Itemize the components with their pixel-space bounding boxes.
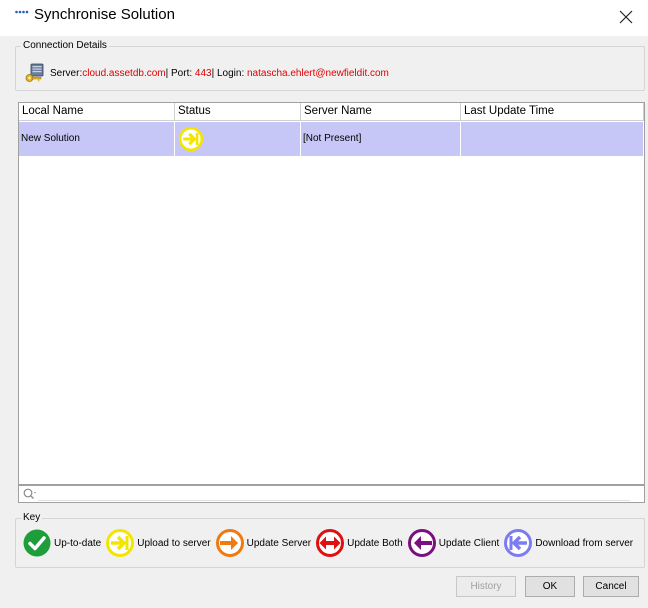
table-row[interactable]: New Solution [Not Present] xyxy=(19,122,644,156)
key-item-up-to-date: Up-to-date xyxy=(22,528,101,558)
key-item-update-server: Update Server xyxy=(215,528,311,558)
cell-status xyxy=(175,122,301,156)
search-icon[interactable] xyxy=(22,487,38,501)
cell-local-name: New Solution xyxy=(19,122,175,156)
download-from-server-icon xyxy=(504,529,533,557)
solution-table: Local Name Status Server Name Last Updat… xyxy=(18,102,645,485)
key-item-update-both: Update Both xyxy=(315,528,403,558)
update-client-icon xyxy=(407,529,436,557)
key-item-upload-to-server: Upload to server xyxy=(105,528,211,558)
upload-to-server-icon xyxy=(178,126,204,152)
key-label-up-to-date: Up-to-date xyxy=(54,537,102,549)
key-label-download-from-server: Download from server xyxy=(535,537,634,549)
search-bar xyxy=(18,485,645,503)
login-value: natascha.ehlert@newfieldit.com xyxy=(247,67,389,79)
checkmark-icon xyxy=(23,529,51,557)
ok-button[interactable]: OK xyxy=(525,576,575,597)
server-value: cloud.assetdb.com xyxy=(82,67,166,79)
column-header-server-name[interactable]: Server Name xyxy=(301,103,461,121)
cancel-button[interactable]: Cancel xyxy=(583,576,639,597)
connection-info: Server: cloud.assetdb.com | Port: 443 | … xyxy=(24,62,389,84)
key-label-upload-to-server: Upload to server xyxy=(137,537,211,549)
connection-details-group: Connection Details Server: cloud.assetdb… xyxy=(15,40,645,91)
port-value: 443 xyxy=(194,67,212,79)
dialog-body: Connection Details Server: cloud.assetdb… xyxy=(0,36,648,608)
close-button[interactable] xyxy=(614,6,638,28)
update-both-icon xyxy=(316,529,345,557)
key-label: Key xyxy=(21,512,43,523)
port-label: | Port: xyxy=(165,67,193,79)
key-label-update-server: Update Server xyxy=(246,537,312,549)
column-header-local-name[interactable]: Local Name xyxy=(19,103,175,121)
connection-details-label: Connection Details xyxy=(21,40,109,51)
login-label: | Login: xyxy=(211,67,245,79)
server-label: Server: xyxy=(50,67,83,79)
lock-key-icon xyxy=(25,63,44,82)
key-label-update-both: Update Both xyxy=(347,537,403,549)
column-header-last-update-time[interactable]: Last Update Time xyxy=(461,103,644,121)
update-server-icon xyxy=(215,529,244,557)
key-group: Key Up-to-date Upload to server Update S… xyxy=(15,512,645,568)
cell-server-name: [Not Present] xyxy=(301,122,461,156)
table-header: Local Name Status Server Name Last Updat… xyxy=(19,103,644,121)
app-dots-icon xyxy=(15,10,29,14)
cell-last-update-time xyxy=(461,122,644,156)
window-title: Synchronise Solution xyxy=(34,6,175,23)
key-item-update-client: Update Client xyxy=(407,528,500,558)
key-legend: Up-to-date Upload to server Update Serve… xyxy=(22,527,637,559)
title-bar: Synchronise Solution xyxy=(0,0,648,36)
key-item-download-from-server: Download from server xyxy=(503,528,633,558)
close-icon xyxy=(619,10,633,24)
key-label-update-client: Update Client xyxy=(438,537,500,549)
column-header-status[interactable]: Status xyxy=(175,103,301,121)
search-input[interactable] xyxy=(38,487,630,501)
history-button[interactable]: History xyxy=(456,576,516,597)
upload-to-server-icon xyxy=(106,529,135,557)
